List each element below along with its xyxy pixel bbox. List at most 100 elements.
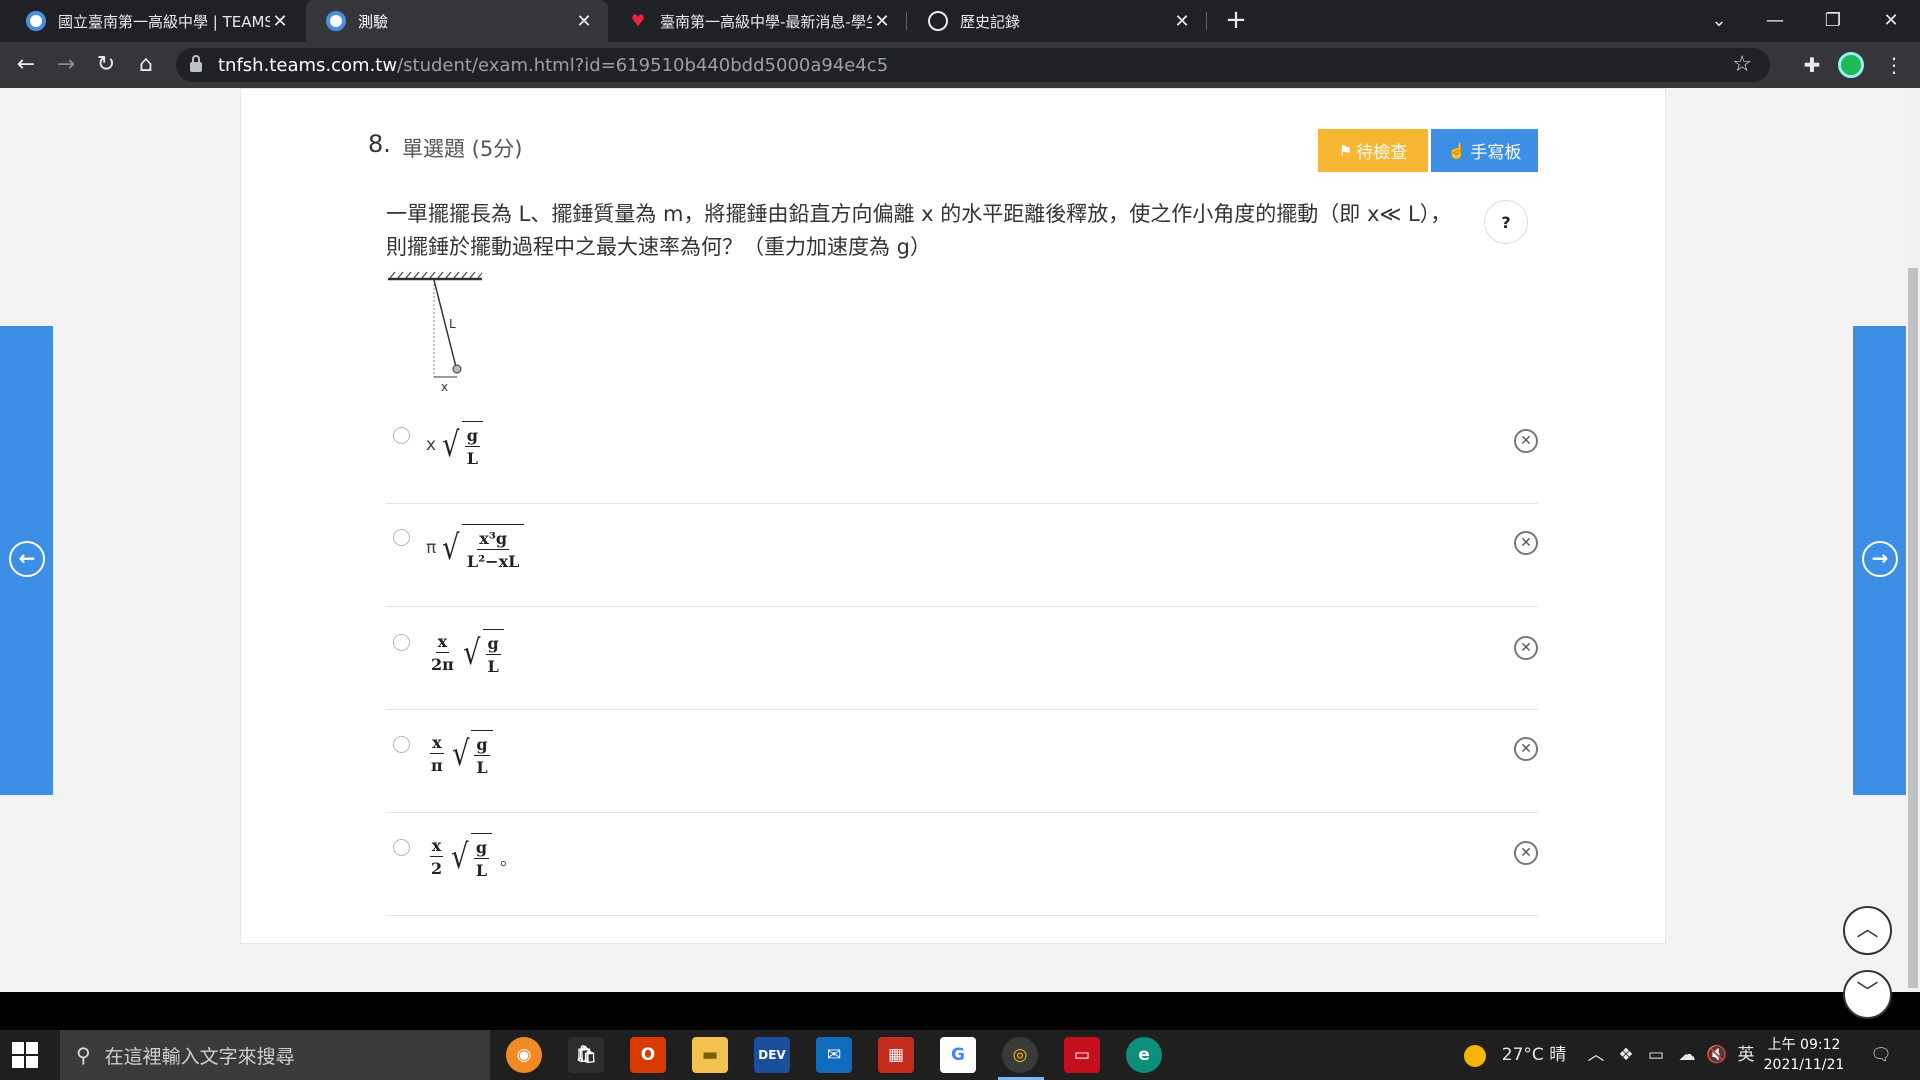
tab-separator xyxy=(906,12,907,30)
forward-button[interactable]: → xyxy=(50,49,82,81)
mark-pending-label: 待檢查 xyxy=(1356,143,1408,162)
handwriting-pad-button[interactable]: ☝ 手寫板 xyxy=(1431,129,1538,172)
close-icon[interactable]: ✕ xyxy=(1172,11,1192,32)
radicand-denominator: L xyxy=(466,448,478,468)
eliminate-option-icon[interactable]: ✕ xyxy=(1514,531,1538,555)
weather-text[interactable]: 27°C 晴 xyxy=(1496,1030,1572,1080)
question-number: 8. xyxy=(368,130,391,158)
notification-center-icon[interactable]: 🗨 xyxy=(1866,1030,1896,1080)
app-gift-icon[interactable]: ▦ xyxy=(878,1037,914,1073)
menu-kebab-icon[interactable]: ⋮ xyxy=(1878,49,1910,81)
tab-history[interactable]: 歷史記錄 ✕ xyxy=(908,0,1206,42)
new-tab-button[interactable]: + xyxy=(1220,4,1252,36)
scrollbar-thumb[interactable] xyxy=(1908,268,1918,988)
option-radio[interactable] xyxy=(393,529,410,546)
app-office-icon[interactable]: O xyxy=(630,1037,666,1073)
scroll-bottom-button[interactable]: ﹀ xyxy=(1843,970,1892,1019)
app-browser-icon[interactable]: ◉ xyxy=(506,1037,542,1073)
flag-icon: ⚑ xyxy=(1338,142,1353,160)
input-method-indicator[interactable]: 英 xyxy=(1734,1030,1758,1080)
tab-title: 測驗 xyxy=(358,12,389,31)
tab-teams[interactable]: 國立臺南第一高級中學 | TEAMS ✕ xyxy=(6,0,304,42)
taskbar-search[interactable]: ⚲ 在這裡輸入文字來搜尋 xyxy=(60,1030,490,1080)
close-icon[interactable]: ✕ xyxy=(270,11,290,32)
extensions-puzzle-icon[interactable]: ✚ xyxy=(1796,49,1828,81)
teams-favicon-icon xyxy=(326,11,346,31)
handwriting-pad-label: 手寫板 xyxy=(1470,143,1522,162)
formula-prefix: x xyxy=(426,435,437,455)
battery-icon[interactable]: ▭ xyxy=(1644,1030,1668,1080)
back-button[interactable]: ← xyxy=(10,49,42,81)
next-question-panel[interactable]: → xyxy=(1853,326,1906,795)
app-store-icon[interactable]: 🛍 xyxy=(568,1037,604,1073)
tab-title: 歷史記錄 xyxy=(960,12,1021,31)
option-1[interactable]: x √ g L ✕ xyxy=(386,401,1538,504)
close-window-button[interactable]: ✕ xyxy=(1868,0,1914,42)
scroll-top-button[interactable]: ︿ xyxy=(1843,906,1892,955)
eliminate-option-icon[interactable]: ✕ xyxy=(1514,429,1538,453)
option-radio[interactable] xyxy=(393,839,410,856)
history-icon xyxy=(928,11,948,31)
option-4[interactable]: xπ √ g L ✕ xyxy=(386,710,1538,813)
cloud-icon[interactable]: ☁ xyxy=(1674,1030,1700,1080)
app-google-icon[interactable]: G xyxy=(940,1037,976,1073)
page-scrollbar[interactable] xyxy=(1906,88,1920,992)
start-windows-icon[interactable] xyxy=(12,1042,38,1068)
eliminate-option-icon[interactable]: ✕ xyxy=(1514,636,1538,660)
option-radio[interactable] xyxy=(393,736,410,753)
radicand-numerator: g xyxy=(485,633,501,655)
app-red-window-icon[interactable]: ▭ xyxy=(1064,1037,1100,1073)
reload-button[interactable]: ↻ xyxy=(90,49,122,81)
square-root: √ g L xyxy=(440,421,483,469)
close-icon[interactable]: ✕ xyxy=(574,11,594,32)
formula-prefix: π xyxy=(426,538,437,558)
help-button[interactable]: ? xyxy=(1484,200,1528,244)
app-chrome-icon[interactable]: ◎ xyxy=(1002,1037,1038,1073)
coefficient-denominator: 2 xyxy=(431,859,443,878)
tab-search-chevron-icon[interactable]: ⌄ xyxy=(1696,0,1742,42)
radicand-numerator: x³g xyxy=(477,528,510,550)
tab-separator xyxy=(1206,12,1207,30)
minimize-button[interactable]: — xyxy=(1752,0,1798,42)
square-root: √ g L xyxy=(450,730,493,778)
offset-label: x xyxy=(441,380,448,394)
bookmark-star-icon[interactable]: ☆ xyxy=(1732,52,1752,77)
home-button[interactable]: ⌂ xyxy=(130,49,162,81)
close-icon[interactable]: ✕ xyxy=(872,11,892,32)
restore-button[interactable]: ❐ xyxy=(1810,0,1856,42)
square-root: √ g L xyxy=(449,833,493,881)
option-radio[interactable] xyxy=(393,427,410,444)
radicand-denominator: L xyxy=(487,656,499,676)
app-edge-icon[interactable]: e xyxy=(1126,1037,1162,1073)
option-2[interactable]: π √ x³g L²−xL ✕ xyxy=(386,504,1538,607)
app-explorer-icon[interactable]: ▬ xyxy=(692,1037,728,1073)
eliminate-option-icon[interactable]: ✕ xyxy=(1514,737,1538,761)
app-mail-icon[interactable]: ✉ xyxy=(816,1037,852,1073)
pendulum-diagram: L x xyxy=(388,271,483,394)
tray-expand-chevron-icon[interactable]: ︿ xyxy=(1584,1030,1608,1080)
address-bar[interactable]: tnfsh.teams.com.tw /student/exam.html?id… xyxy=(176,48,1770,82)
coefficient-denominator: π xyxy=(431,756,443,775)
mark-pending-button[interactable]: ⚑ 待檢查 xyxy=(1318,129,1428,172)
option-3[interactable]: x 2π √ g L ✕ xyxy=(386,607,1538,710)
option-5[interactable]: x2 √ g L 。 ✕ xyxy=(386,813,1538,916)
clock-date: 2021/11/21 xyxy=(1763,1057,1845,1073)
app-devcpp-icon[interactable]: DEV xyxy=(754,1037,790,1073)
eliminate-option-icon[interactable]: ✕ xyxy=(1514,841,1538,865)
arrow-left-icon[interactable]: ← xyxy=(9,541,45,577)
square-root: √ g L xyxy=(461,629,504,677)
tab-exam[interactable]: 測驗 ✕ xyxy=(306,0,608,42)
weather-sun-icon[interactable] xyxy=(1464,1045,1486,1067)
chevron-up-icon: ︿ xyxy=(1856,917,1879,942)
tab-school-news[interactable]: ♥ 臺南第一高級中學-最新消息-學生 ✕ xyxy=(608,0,906,42)
previous-question-panel[interactable]: ← xyxy=(0,326,53,795)
arrow-right-icon[interactable]: → xyxy=(1862,541,1898,577)
question-text: 一單擺擺長為 L、擺錘質量為 m，將擺錘由鉛直方向偏離 x 的水平距離後釋放，使… xyxy=(386,202,1452,259)
option-radio[interactable] xyxy=(393,634,410,651)
taskbar-clock[interactable]: 上午 09:12 2021/11/21 xyxy=(1762,1035,1846,1075)
lock-icon[interactable] xyxy=(190,55,202,72)
radicand-numerator: g xyxy=(474,734,490,756)
dropbox-icon[interactable]: ❖ xyxy=(1614,1030,1638,1080)
profile-avatar[interactable] xyxy=(1838,52,1864,78)
speaker-muted-icon[interactable]: 🔇 xyxy=(1704,1030,1730,1080)
